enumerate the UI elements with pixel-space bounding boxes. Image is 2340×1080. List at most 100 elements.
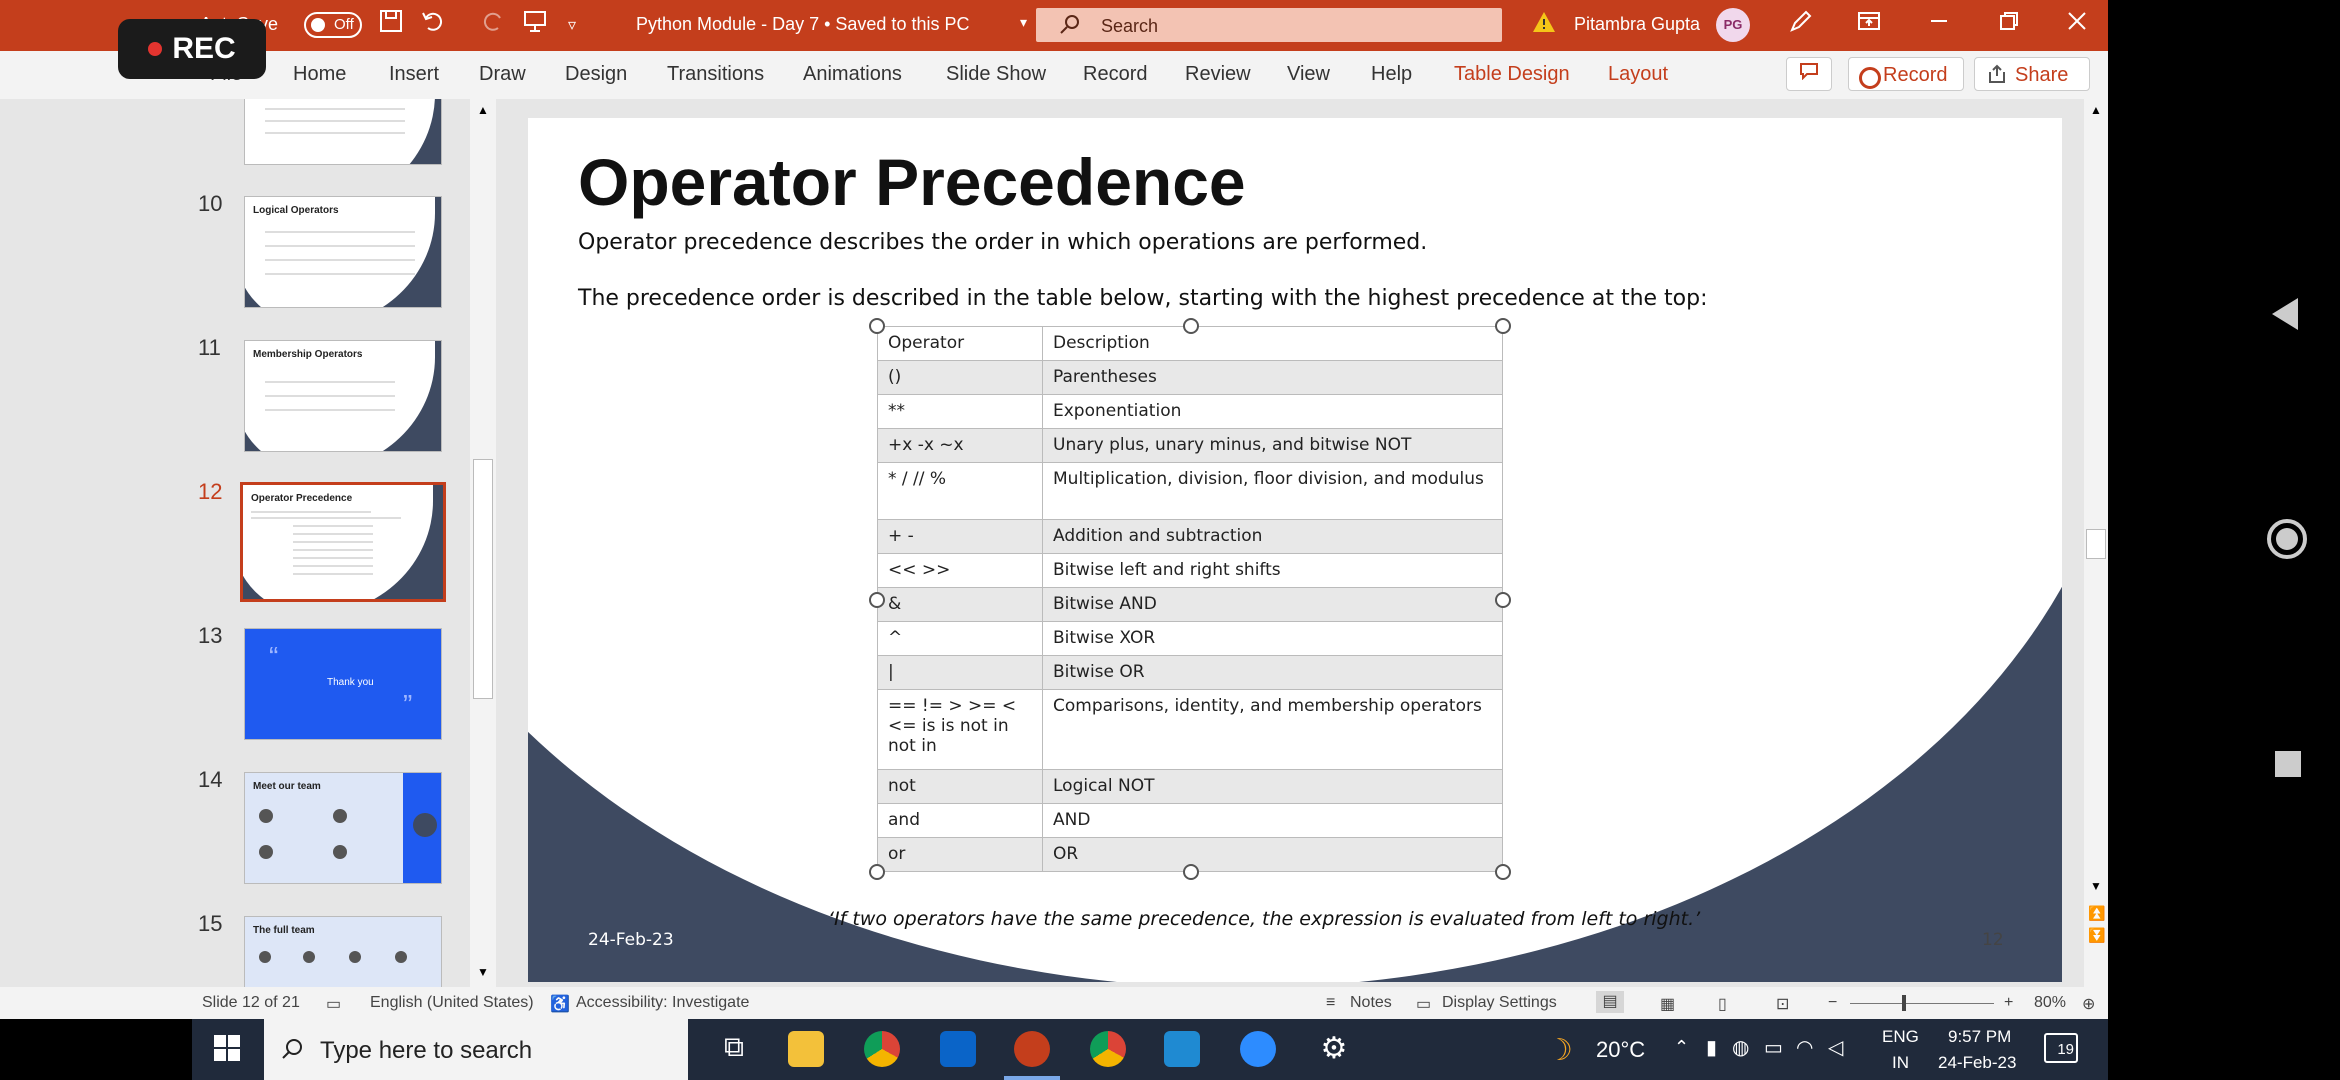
tab-draw[interactable]: Draw <box>479 63 526 86</box>
android-home-icon[interactable] <box>2266 518 2308 565</box>
tab-layout[interactable]: Layout <box>1608 63 1668 86</box>
powerpoint-icon[interactable] <box>1014 1031 1050 1067</box>
description-cell[interactable]: Bitwise AND <box>1042 587 1503 622</box>
resize-handle[interactable] <box>1495 864 1511 880</box>
scroll-thumb[interactable] <box>473 459 493 699</box>
language-indicator-bottom[interactable]: IN <box>1892 1053 1909 1073</box>
slide-title[interactable]: Operator Precedence <box>578 144 1246 220</box>
description-cell[interactable]: OR <box>1042 837 1503 872</box>
comments-button[interactable] <box>1786 57 1832 91</box>
volume-icon[interactable]: ◁ <box>1828 1035 1843 1060</box>
resize-handle[interactable] <box>1183 864 1199 880</box>
slide-scrollbar[interactable]: ▲ ▼ ⏫ ⏬ <box>2084 99 2108 987</box>
description-cell[interactable]: Parentheses <box>1042 360 1503 395</box>
present-icon[interactable] <box>522 8 548 41</box>
weather-temperature[interactable]: 20°C <box>1596 1037 1645 1063</box>
zoom-slider[interactable] <box>1850 1003 1994 1004</box>
scroll-down-icon[interactable]: ▼ <box>477 965 489 979</box>
header-operator[interactable]: Operator <box>877 326 1043 361</box>
operator-cell[interactable]: () <box>877 360 1043 395</box>
warning-icon[interactable] <box>1532 10 1556 41</box>
slide-thumbnail-10[interactable]: Logical Operators <box>244 196 442 308</box>
description-cell[interactable]: Bitwise left and right shifts <box>1042 553 1503 588</box>
wifi-icon[interactable]: ◠ <box>1796 1035 1813 1060</box>
operator-cell[interactable]: == != > >= < <= is is not in not in <box>877 689 1043 770</box>
search-box[interactable]: Search <box>1036 8 1502 42</box>
previous-slide-icon[interactable]: ⏫ <box>2088 905 2105 922</box>
tab-design[interactable]: Design <box>565 63 627 86</box>
windows-start-icon[interactable] <box>214 1035 242 1063</box>
record-button[interactable]: Record <box>1848 57 1964 91</box>
resize-handle[interactable] <box>1495 592 1511 608</box>
clock-time[interactable]: 9:57 PM <box>1948 1027 2011 1047</box>
scroll-up-icon[interactable]: ▲ <box>2090 103 2102 117</box>
description-cell[interactable]: Logical NOT <box>1042 769 1503 804</box>
tab-review[interactable]: Review <box>1185 63 1251 86</box>
tab-transitions[interactable]: Transitions <box>667 63 764 86</box>
usb-icon[interactable]: ▮ <box>1706 1035 1717 1060</box>
network-globe-icon[interactable]: ◍ <box>1732 1035 1749 1060</box>
operator-cell[interactable]: ** <box>877 394 1043 429</box>
tab-record[interactable]: Record <box>1083 63 1147 86</box>
operator-cell[interactable]: and <box>877 803 1043 838</box>
scroll-down-icon[interactable]: ▼ <box>2090 879 2102 893</box>
slide-text-line-2[interactable]: The precedence order is described in the… <box>578 286 1708 311</box>
slide-text-line-1[interactable]: Operator precedence describes the order … <box>578 230 1427 255</box>
task-view-icon[interactable]: ⧉ <box>716 1031 752 1067</box>
slide-thumbnail-14[interactable]: Meet our team <box>244 772 442 884</box>
tab-animations[interactable]: Animations <box>803 63 902 86</box>
operator-cell[interactable]: ^ <box>877 621 1043 656</box>
description-cell[interactable]: Multiplication, division, floor division… <box>1042 462 1503 520</box>
operator-cell[interactable]: & <box>877 587 1043 622</box>
file-explorer-icon[interactable] <box>788 1031 824 1067</box>
notes-button[interactable]: Notes <box>1350 994 1392 1012</box>
operator-cell[interactable]: +x -x ~x <box>877 428 1043 463</box>
user-name[interactable]: Pitambra Gupta <box>1574 14 1700 35</box>
tab-help[interactable]: Help <box>1371 63 1412 86</box>
zoom-slider-thumb[interactable] <box>1902 995 1906 1011</box>
resize-handle[interactable] <box>869 318 885 334</box>
scroll-thumb[interactable] <box>2086 529 2106 559</box>
spellcheck-icon[interactable]: ▭ <box>326 994 341 1014</box>
slide-thumbnail-12[interactable]: Operator Precedence <box>240 482 446 602</box>
clock-date[interactable]: 24-Feb-23 <box>1938 1053 2016 1073</box>
tab-slide-show[interactable]: Slide Show <box>946 63 1046 86</box>
android-back-icon[interactable] <box>2270 296 2300 337</box>
operator-cell[interactable]: or <box>877 837 1043 872</box>
zoom-in-icon[interactable]: + <box>2004 994 2013 1012</box>
thumbnails-scrollbar[interactable]: ▲ ▼ <box>470 99 496 987</box>
title-chevron-down-icon[interactable]: ▾ <box>1020 14 1027 31</box>
minimize-icon[interactable] <box>1926 8 1952 41</box>
restore-icon[interactable] <box>1996 8 2022 41</box>
show-hidden-icons-icon[interactable]: ⌃ <box>1674 1037 1689 1058</box>
zoom-level[interactable]: 80% <box>2034 994 2066 1012</box>
fit-to-window-icon[interactable]: ⊕ <box>2082 994 2095 1014</box>
normal-view-icon[interactable]: ▤ <box>1596 991 1624 1013</box>
operator-cell[interactable]: * / // % <box>877 462 1043 520</box>
description-cell[interactable]: Addition and subtraction <box>1042 519 1503 554</box>
slide-quote[interactable]: ‘If two operators have the same preceden… <box>828 908 1700 930</box>
tab-home[interactable]: Home <box>293 63 346 86</box>
vscode-icon[interactable] <box>1164 1031 1200 1067</box>
notifications-badge[interactable]: 19 <box>2044 1033 2078 1063</box>
description-cell[interactable]: AND <box>1042 803 1503 838</box>
slide-thumbnail-9[interactable] <box>244 99 442 165</box>
operator-cell[interactable]: << >> <box>877 553 1043 588</box>
zoom-app-icon[interactable] <box>1240 1031 1276 1067</box>
resize-handle[interactable] <box>1183 318 1199 334</box>
settings-gear-icon[interactable]: ⚙ <box>1316 1031 1352 1067</box>
android-recents-icon[interactable] <box>2274 750 2302 783</box>
slide-thumbnail-13[interactable]: “ Thank you ” <box>244 628 442 740</box>
outlook-icon[interactable] <box>940 1031 976 1067</box>
weather-moon-icon[interactable]: ☽ <box>1546 1033 1573 1068</box>
close-icon[interactable] <box>2064 8 2090 41</box>
slide-canvas[interactable]: Operator Precedence Operator precedence … <box>528 118 2062 982</box>
autosave-toggle[interactable]: Off <box>304 12 362 38</box>
tab-view[interactable]: View <box>1287 63 1330 86</box>
operator-cell[interactable]: not <box>877 769 1043 804</box>
document-title[interactable]: Python Module - Day 7 • Saved to this PC <box>636 14 969 35</box>
battery-icon[interactable]: ▭ <box>1764 1035 1783 1060</box>
resize-handle[interactable] <box>869 864 885 880</box>
customize-qat-icon[interactable]: ▿ <box>568 15 576 35</box>
save-icon[interactable] <box>378 8 404 41</box>
